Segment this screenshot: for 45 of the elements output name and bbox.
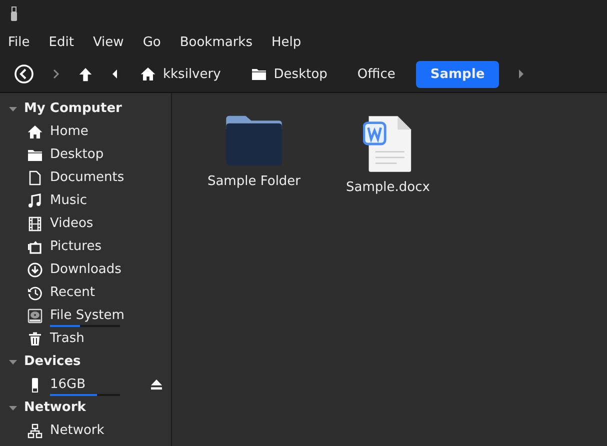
eject-button[interactable]: [150, 379, 163, 390]
music-note-icon: [27, 192, 43, 208]
path-button[interactable]: Office: [348, 60, 404, 88]
home-icon: [27, 124, 43, 140]
network-icon: [27, 422, 43, 438]
chevron-right-icon: [52, 68, 60, 80]
file-name[interactable]: Sample.docx: [346, 180, 430, 195]
menu-item[interactable]: Bookmarks: [180, 34, 252, 50]
sidebar-item[interactable]: Downloads: [50, 262, 122, 277]
sidebar-item[interactable]: File System: [50, 308, 124, 323]
document-icon: [27, 170, 43, 186]
film-icon: [27, 216, 43, 232]
up-arrow-icon: [78, 66, 93, 82]
sidebar-item[interactable]: Home: [50, 124, 88, 139]
usb-drive-icon: [10, 6, 18, 22]
triangle-left-icon: [111, 68, 119, 80]
sidebar-item[interactable]: Desktop: [50, 147, 104, 162]
trash-icon: [27, 330, 43, 346]
menu-item[interactable]: File: [8, 34, 30, 50]
menu-item[interactable]: Go: [142, 34, 161, 50]
menu-item[interactable]: Edit: [48, 34, 74, 50]
file-name[interactable]: Sample Folder: [207, 174, 301, 189]
word-document-icon[interactable]: [363, 115, 413, 173]
sidebar-item[interactable]: Pictures: [50, 239, 102, 254]
section-header[interactable]: Network: [0, 396, 171, 419]
path-button[interactable]: kksilvery: [131, 60, 230, 88]
sidebar-item[interactable]: Music: [50, 193, 87, 208]
sidebar-item[interactable]: Trash: [50, 331, 84, 346]
history-icon: [27, 284, 43, 300]
menu-item[interactable]: Help: [271, 34, 302, 50]
path-button[interactable]: Sample: [416, 60, 499, 88]
sidebar-item[interactable]: Documents: [50, 170, 124, 185]
path-button[interactable]: Desktop: [242, 60, 336, 88]
triangle-right-icon: [516, 68, 525, 80]
sidebar-item[interactable]: 16GB: [50, 377, 86, 392]
section-header[interactable]: My Computer: [0, 97, 171, 120]
sidebar-item[interactable]: Recent: [50, 285, 95, 300]
menu-item[interactable]: View: [92, 34, 124, 50]
sidebar-item[interactable]: Videos: [50, 216, 94, 231]
pictures-icon: [27, 238, 43, 254]
folder-icon: [250, 66, 267, 82]
home-icon: [140, 66, 156, 82]
section-header[interactable]: Devices: [0, 350, 171, 373]
download-icon: [27, 262, 43, 278]
sidebar-item[interactable]: Network: [50, 423, 104, 438]
